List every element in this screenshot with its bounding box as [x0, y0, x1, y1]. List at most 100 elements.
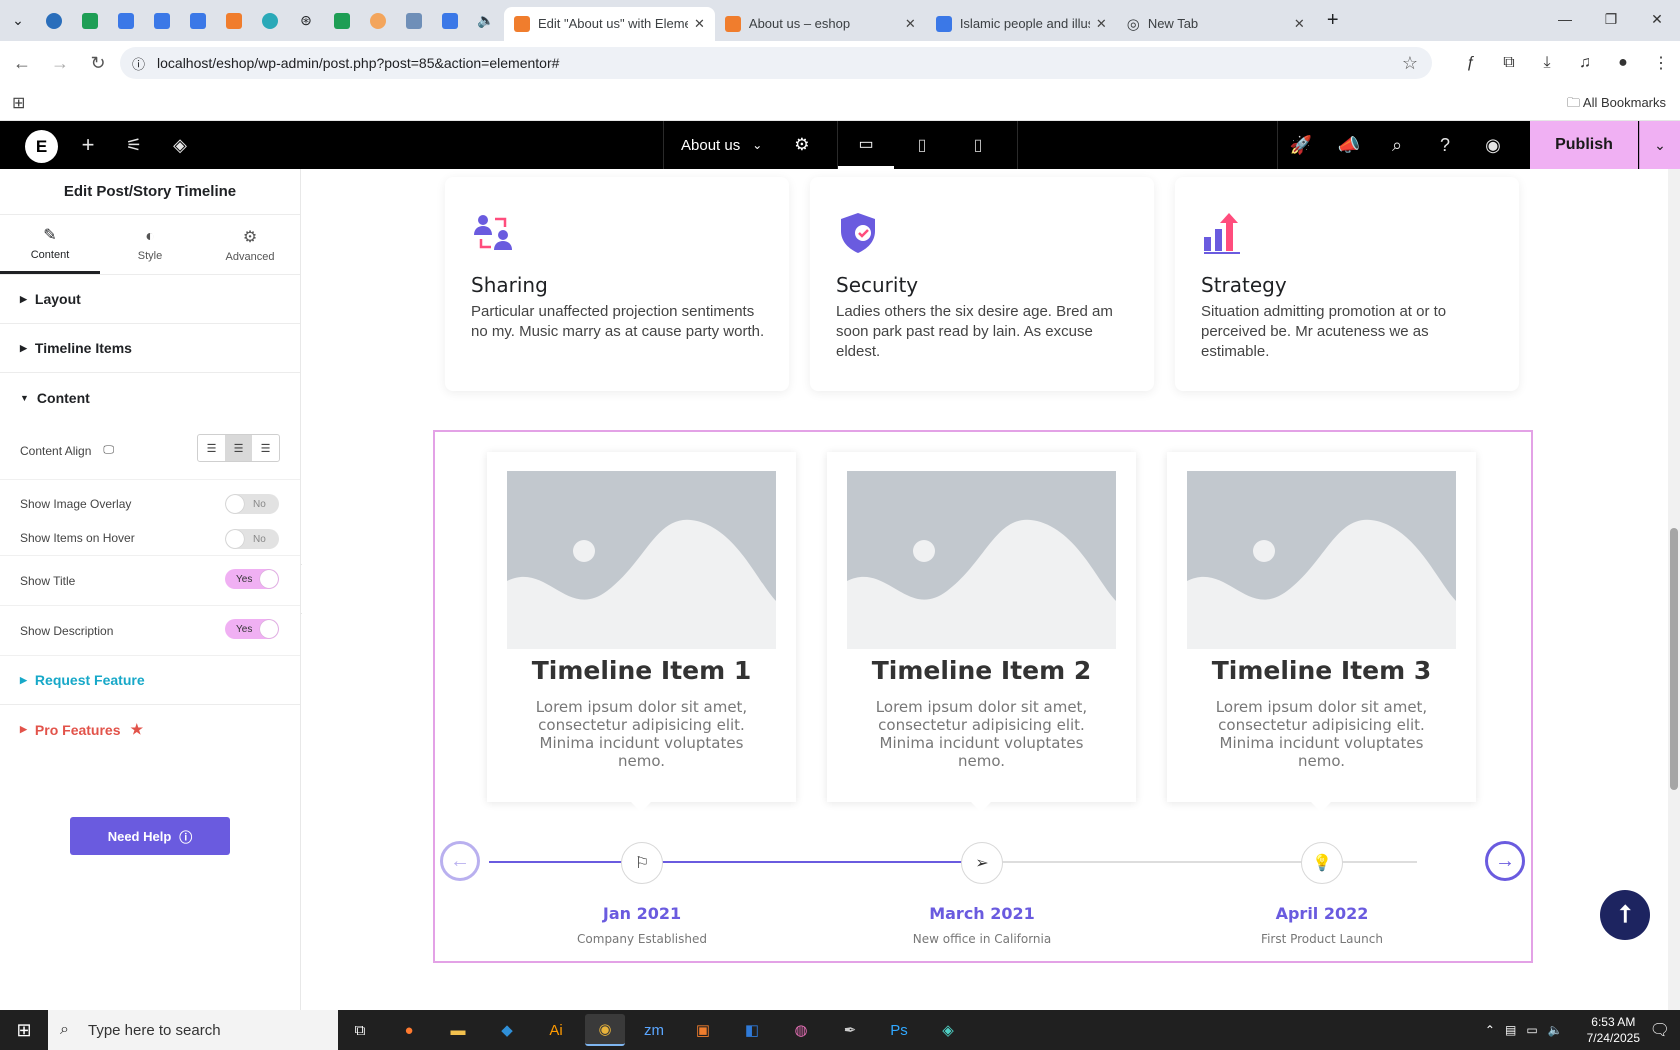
media-control-icon[interactable]: ♫ — [1566, 47, 1604, 79]
windows-start-icon[interactable]: ⊞ — [0, 1010, 48, 1050]
show-title-toggle[interactable]: Yes — [225, 569, 279, 589]
puzzle-extensions-icon[interactable]: ⧉ — [1490, 47, 1528, 79]
responsive-desktop-icon[interactable]: 🖵 — [103, 444, 114, 457]
desktop-view-icon[interactable]: ▭ — [838, 121, 894, 169]
align-left-icon[interactable]: ☰ — [198, 435, 225, 461]
flag-icon[interactable]: ⚐ — [621, 842, 663, 884]
illustrator-icon[interactable]: Ai — [536, 1014, 576, 1046]
scrollbar-thumb[interactable] — [1670, 528, 1678, 790]
url-bar[interactable]: ⓘ localhost/eshop/wp-admin/post.php?post… — [120, 47, 1432, 79]
help-icon[interactable]: ? — [1422, 121, 1468, 169]
add-element-icon[interactable]: + — [72, 121, 104, 169]
align-center-icon[interactable]: ☰ — [225, 435, 252, 461]
back-icon[interactable]: ← — [6, 47, 38, 79]
pinned-tab-app-icon[interactable] — [252, 6, 288, 36]
need-help-button[interactable]: Need Help ⓘ — [70, 817, 230, 855]
rocket-icon[interactable]: 🚀 — [1278, 121, 1324, 169]
section-content[interactable]: ▼ Content — [0, 373, 300, 422]
download-icon[interactable]: ⤓ — [1528, 47, 1566, 79]
volume-icon[interactable]: 🔈 — [1548, 1023, 1563, 1037]
photoshop-icon[interactable]: Ps — [879, 1014, 919, 1046]
close-tab-icon[interactable]: ✕ — [905, 16, 916, 32]
photos-icon[interactable]: ◍ — [781, 1014, 821, 1046]
pinned-tab-sheets-icon[interactable] — [72, 6, 108, 36]
tab-advanced[interactable]: ⚙ Advanced — [200, 215, 300, 274]
reload-icon[interactable]: ↻ — [82, 47, 114, 79]
file-explorer-icon[interactable]: ▬ — [438, 1014, 478, 1046]
site-info-icon[interactable]: ⓘ — [132, 54, 145, 73]
clock[interactable]: 6:53 AM 7/24/2025 — [1587, 1014, 1640, 1046]
pen-tool-icon[interactable]: ✒ — [830, 1014, 870, 1046]
pinned-tab-openai-icon[interactable]: ⊛ — [288, 6, 324, 36]
publish-options-chevron-icon[interactable]: ⌄ — [1639, 121, 1680, 169]
app-gem-icon[interactable]: ◈ — [928, 1014, 968, 1046]
apps-grid-icon[interactable]: ⊞ — [12, 93, 25, 113]
site-settings-sliders-icon[interactable]: ⚟ — [118, 121, 150, 169]
pinned-tab-docs-icon[interactable] — [180, 6, 216, 36]
pinned-tab-sheets-icon[interactable] — [324, 6, 360, 36]
task-view-icon[interactable]: ⧉ — [340, 1014, 380, 1046]
show-image-overlay-toggle[interactable]: No — [225, 494, 279, 514]
canvas-scrollbar[interactable] — [1668, 169, 1680, 1010]
preview-eye-icon[interactable]: ◉ — [1470, 121, 1516, 169]
tab-search-chevron-icon[interactable]: ⌄ — [0, 6, 36, 36]
feature-card[interactable]: Security Ladies others the six desire ag… — [810, 177, 1154, 391]
close-tab-icon[interactable]: ✕ — [694, 16, 705, 32]
vscode-icon[interactable]: ◆ — [487, 1014, 527, 1046]
elementor-logo-icon[interactable]: E — [25, 130, 58, 163]
publish-button[interactable]: Publish — [1530, 121, 1638, 169]
restore-icon[interactable]: ❐ — [1588, 0, 1634, 38]
tablet-view-icon[interactable]: ▯ — [894, 121, 950, 169]
browser-tab-elementor[interactable]: Edit "About us" with Elementor ✕ — [504, 6, 715, 41]
scroll-to-top-arrow-icon[interactable]: ⭡ — [1600, 890, 1650, 940]
zoom-icon[interactable]: zm — [634, 1014, 674, 1046]
section-request-feature[interactable]: ▶ Request Feature — [0, 656, 300, 705]
pinned-tab-docs-icon[interactable] — [108, 6, 144, 36]
xampp-icon[interactable]: ▣ — [683, 1014, 723, 1046]
tray-chevron-up-icon[interactable]: ⌃ — [1485, 1023, 1495, 1037]
section-pro-features[interactable]: ▶ Pro Features ★ — [0, 705, 300, 754]
pinned-tab-wordpress-icon[interactable] — [36, 6, 72, 36]
pinned-tab-grid-icon[interactable] — [396, 6, 432, 36]
timeline-prev-arrow-icon[interactable]: ← — [440, 841, 480, 881]
search-icon[interactable]: ⌕ — [1374, 121, 1420, 169]
notifications-megaphone-icon[interactable]: 📣 — [1326, 121, 1372, 169]
feature-card[interactable]: Sharing Particular unaffected projection… — [445, 177, 789, 391]
tab-style[interactable]: ◐ Style — [100, 215, 200, 274]
pinned-tab-xampp-icon[interactable] — [216, 6, 252, 36]
pinned-tab-audio-icon[interactable]: 🔈 — [468, 6, 504, 36]
outlook-icon[interactable]: ◧ — [732, 1014, 772, 1046]
timeline-card[interactable]: Timeline Item 2 Lorem ipsum dolor sit am… — [827, 452, 1136, 812]
timeline-widget[interactable]: Timeline Item 1 Lorem ipsum dolor sit am… — [433, 430, 1533, 963]
mobile-view-icon[interactable]: ▯ — [950, 121, 1006, 169]
paper-plane-icon[interactable]: ➢ — [961, 842, 1003, 884]
pinned-tab-forms-icon[interactable] — [432, 6, 468, 36]
chrome-icon[interactable]: ◉ — [585, 1014, 625, 1046]
close-tab-icon[interactable]: ✕ — [1294, 16, 1305, 32]
show-description-toggle[interactable]: Yes — [225, 619, 279, 639]
section-layout[interactable]: ▶ Layout — [0, 275, 300, 324]
section-timeline-items[interactable]: ▶ Timeline Items — [0, 324, 300, 373]
network-icon[interactable]: ▭ — [1526, 1023, 1537, 1037]
firefox-icon[interactable]: ● — [389, 1014, 429, 1046]
tray-app-icon[interactable]: ▤ — [1505, 1023, 1516, 1037]
browser-tab-islamic[interactable]: Islamic people and illustr ✕ — [926, 7, 1117, 41]
page-settings-gear-icon[interactable]: ⚙ — [794, 135, 809, 155]
bookmark-star-icon[interactable]: ☆ — [1402, 53, 1418, 74]
browser-tab-about-us[interactable]: About us – eshop ✕ — [715, 7, 926, 41]
close-tab-icon[interactable]: ✕ — [1096, 16, 1107, 32]
close-window-icon[interactable]: ✕ — [1634, 0, 1680, 38]
font-extension-icon[interactable]: ƒ — [1452, 47, 1490, 79]
notifications-icon[interactable]: 🗨 — [1650, 1020, 1670, 1040]
forward-icon[interactable]: → — [44, 47, 76, 79]
timeline-card[interactable]: Timeline Item 3 Lorem ipsum dolor sit am… — [1167, 452, 1476, 812]
show-items-on-hover-toggle[interactable]: No — [225, 529, 279, 549]
all-bookmarks-button[interactable]: 🗀 All Bookmarks — [1567, 94, 1666, 116]
feature-card[interactable]: Strategy Situation admitting promotion a… — [1175, 177, 1519, 391]
new-tab-plus-icon[interactable]: + — [1315, 6, 1351, 36]
taskbar-search-box[interactable]: ⌕ Type here to search — [48, 1010, 338, 1050]
align-right-icon[interactable]: ☰ — [252, 435, 279, 461]
minimize-icon[interactable]: — — [1542, 0, 1588, 38]
tab-content[interactable]: ✎ Content — [0, 215, 100, 274]
page-selector[interactable]: About us ⌄ ⚙ — [663, 121, 838, 169]
